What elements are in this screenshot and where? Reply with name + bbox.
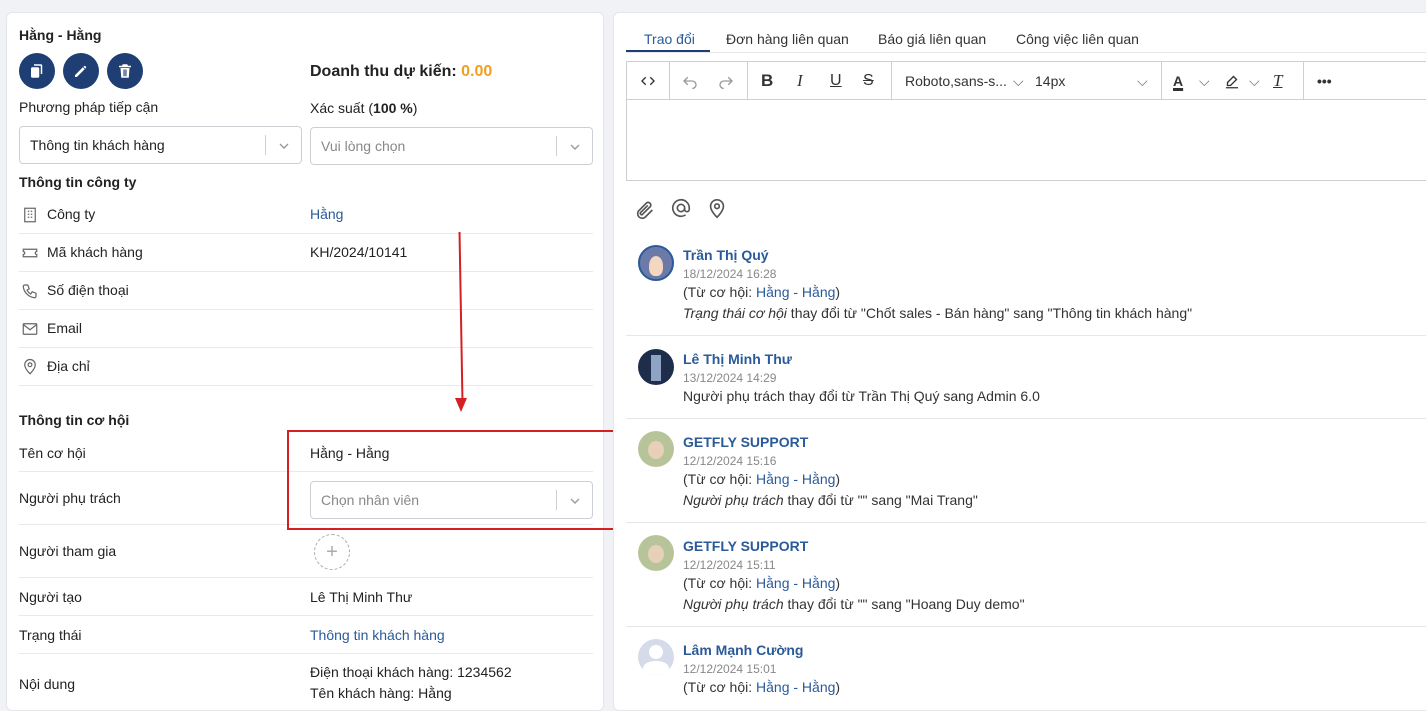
- bold-button[interactable]: B: [761, 71, 773, 91]
- probability-select[interactable]: Vui lòng chọn: [310, 127, 593, 165]
- opportunity-link[interactable]: Hằng - Hằng: [756, 284, 835, 300]
- approach-select[interactable]: Thông tin khách hàng: [19, 126, 302, 164]
- paperclip-icon: [636, 201, 653, 220]
- add-participant-button[interactable]: +: [314, 534, 350, 570]
- location-button[interactable]: [706, 198, 728, 220]
- comment-editor[interactable]: B I U S Roboto,sans-s... ⌵ 14px ⌵ A ⌵ ⌵ T…: [626, 61, 1426, 181]
- email-row: Email: [19, 310, 593, 348]
- at-icon: [671, 198, 691, 218]
- annotation-arrowhead: [455, 398, 467, 412]
- tab-cong-viec[interactable]: Công việc liên quan: [1016, 31, 1139, 47]
- copy-icon: [31, 64, 43, 78]
- expected-revenue: Doanh thu dự kiến: 0.00: [310, 63, 493, 80]
- text-color-icon: A: [1173, 73, 1184, 89]
- code-icon: [641, 76, 655, 86]
- activity-panel: Trao đổi Đơn hàng liên quan Báo giá liên…: [613, 12, 1426, 711]
- content-row: Nội dung Điện thoại khách hàng: 1234562 …: [19, 664, 512, 701]
- avatar: [638, 535, 674, 571]
- edit-button[interactable]: [63, 53, 99, 89]
- chevron-down-icon: ⌵: [1199, 72, 1210, 89]
- opportunity-link[interactable]: Hằng - Hằng: [756, 679, 835, 695]
- activity-item: GETFLY SUPPORT 12/12/2024 15:16 (Từ cơ h…: [626, 419, 1426, 523]
- font-size-select[interactable]: 14px: [1035, 71, 1065, 91]
- phone-icon: [21, 282, 39, 300]
- activity-item: Lê Thị Minh Thư 13/12/2024 14:29 Người p…: [626, 336, 1426, 419]
- company-row: Công ty Hằng: [19, 196, 593, 234]
- text-color-button[interactable]: A: [1173, 71, 1183, 91]
- opportunity-title: Hằng - Hằng: [19, 27, 102, 43]
- plus-icon: +: [326, 540, 338, 563]
- underline-button[interactable]: U: [830, 71, 842, 91]
- strikethrough-button[interactable]: S: [863, 71, 874, 91]
- undo-button[interactable]: [681, 71, 699, 91]
- opportunity-detail-panel: Hằng - Hằng Doanh thu dự kiến: 0.00 Phươ…: [6, 12, 604, 711]
- tab-don-hang[interactable]: Đơn hàng liên quan: [726, 31, 849, 47]
- opportunity-link[interactable]: Hằng - Hằng: [756, 471, 835, 487]
- highlight-button[interactable]: [1223, 71, 1241, 91]
- participants-row: Người tham gia +: [19, 525, 593, 578]
- tab-bao-gia[interactable]: Báo giá liên quan: [878, 31, 986, 47]
- avatar: [638, 639, 674, 675]
- active-tab-indicator: [626, 50, 710, 52]
- mail-icon: [21, 320, 39, 338]
- strikethrough-icon: S: [863, 72, 874, 89]
- ticket-icon: [21, 244, 39, 262]
- highlighter-icon: [1226, 75, 1238, 89]
- creator-row: Người tạo Lê Thị Minh Thư: [19, 578, 593, 616]
- italic-icon: I: [797, 71, 803, 90]
- redo-icon: [719, 76, 733, 90]
- italic-button[interactable]: I: [797, 71, 803, 91]
- customer-code-row: Mã khách hàng KH/2024/10141: [19, 234, 593, 272]
- company-link[interactable]: Hằng: [310, 206, 343, 222]
- delete-button[interactable]: [107, 53, 143, 89]
- building-icon: [21, 206, 39, 224]
- phone-row: Số điện thoại: [19, 272, 593, 310]
- pencil-icon: [75, 65, 87, 77]
- mention-button[interactable]: [670, 197, 692, 219]
- location-icon: [21, 358, 39, 376]
- undo-icon: [683, 76, 697, 90]
- chevron-down-icon: [570, 144, 580, 150]
- avatar: [638, 245, 674, 281]
- redo-button[interactable]: [717, 71, 735, 91]
- annotation-highlight-box: [287, 430, 626, 530]
- code-view-button[interactable]: [639, 71, 657, 91]
- clear-format-icon: T: [1273, 71, 1283, 90]
- chevron-down-icon: [279, 143, 289, 149]
- approach-label: Phương pháp tiếp cận: [19, 99, 159, 115]
- probability-label: Xác suất (100 %): [310, 100, 418, 116]
- more-button[interactable]: •••: [1317, 71, 1332, 91]
- activity-item: Lâm Mạnh Cường 12/12/2024 15:01 (Từ cơ h…: [626, 627, 1426, 710]
- chevron-down-icon: ⌵: [1137, 72, 1148, 89]
- status-row: Trạng thái Thông tin khách hàng: [19, 616, 593, 654]
- opportunity-link[interactable]: Hằng - Hằng: [756, 575, 835, 591]
- trash-icon: [119, 64, 131, 78]
- attach-button[interactable]: [634, 199, 656, 221]
- editor-toolbar: B I U S Roboto,sans-s... ⌵ 14px ⌵ A ⌵ ⌵ T…: [627, 62, 1426, 100]
- avatar: [638, 349, 674, 385]
- activity-item: GETFLY SUPPORT 12/12/2024 15:11 (Từ cơ h…: [626, 523, 1426, 627]
- more-icon: •••: [1317, 73, 1332, 89]
- clear-format-button[interactable]: T: [1273, 71, 1282, 91]
- status-link[interactable]: Thông tin khách hàng: [310, 627, 445, 643]
- expected-revenue-value: 0.00: [461, 63, 493, 80]
- chevron-down-icon: ⌵: [1012, 72, 1024, 89]
- underline-icon: U: [830, 72, 842, 89]
- copy-button[interactable]: [19, 53, 55, 89]
- address-row: Địa chỉ: [19, 348, 593, 386]
- company-section-title: Thông tin công ty: [19, 174, 137, 190]
- avatar: [638, 431, 674, 467]
- tab-trao-doi[interactable]: Trao đổi: [644, 31, 695, 47]
- activity-item: Trần Thị Quý 18/12/2024 16:28 (Từ cơ hội…: [626, 233, 1426, 336]
- chevron-down-icon: ⌵: [1249, 72, 1260, 89]
- bold-icon: B: [761, 71, 774, 90]
- opportunity-section-title: Thông tin cơ hội: [19, 412, 130, 428]
- location-icon: [709, 199, 725, 219]
- font-family-select[interactable]: Roboto,sans-s... ⌵: [905, 71, 1024, 91]
